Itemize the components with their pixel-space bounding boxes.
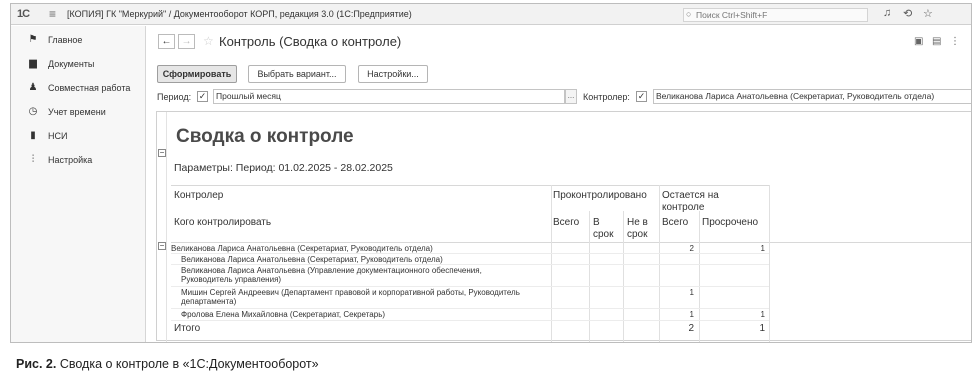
window-title: [КОПИЯ] ГК "Меркурий" / Документооборот … [67,9,412,19]
star-icon[interactable]: ☆ [923,7,933,20]
forward-button[interactable]: → [178,34,195,49]
main-content: ← → ☆ Контроль (Сводка о контроле) ▣ ▤ ⋮… [147,26,971,342]
collapse-group-icon[interactable]: − [158,149,166,157]
sidebar-item-label: Главное [48,35,83,45]
header-remaining-total: Всего [662,217,689,228]
more-icon[interactable]: ⋮ [950,36,960,47]
bell-icon[interactable]: ♫ [883,7,891,19]
total-overdue: 1 [759,323,765,334]
sidebar: ⚑ Главное ▆ Документы ♟ Совместная работ… [11,26,146,342]
settings-button[interactable]: Настройки... [358,65,428,83]
row-divider [171,264,769,265]
column-divider [699,211,700,342]
period-field[interactable]: Прошлый месяц [213,89,565,104]
table-row[interactable]: Великанова Лариса Анатольевна (Секретари… [181,255,551,264]
period-select-button[interactable]: ... [565,89,577,104]
header-top-line [171,185,769,186]
column-divider [589,211,590,342]
back-button[interactable]: ← [158,34,175,49]
header-whom: Кого контролировать [174,217,272,228]
flag-icon: ⚑ [28,34,38,45]
header-late: Не в срок [627,217,648,240]
sidebar-item-documents[interactable]: ▆ Документы [11,54,146,76]
table-row[interactable]: Мишин Сергей Андреевич (Департамент прав… [181,288,546,306]
sidebar-item-main[interactable]: ⚑ Главное [11,30,146,52]
title-bar: 1С ≡ [КОПИЯ] ГК "Меркурий" / Документооб… [11,4,971,25]
total-label: Итого [174,323,201,334]
header-controlled: Проконтролировано [553,190,647,201]
search-icon: ○ [686,9,692,19]
search-box[interactable]: ○ [683,8,868,22]
table-row[interactable]: Фролова Елена Михайловна (Секретариат, С… [181,310,551,319]
header-controlled-total: Всего [553,217,580,228]
favorite-star-icon[interactable]: ☆ [203,34,214,48]
documents-icon: ▆ [29,58,37,69]
header-controller: Контролер [174,190,224,201]
sidebar-item-label: Совместная работа [48,83,131,93]
controller-label: Контролер: [583,92,630,102]
column-divider [623,211,624,342]
people-icon: ♟ [28,82,38,93]
group-gutter [157,112,167,342]
sidebar-item-label: НСИ [48,131,68,141]
sidebar-item-time-tracking[interactable]: ◷ Учет времени [11,102,146,124]
row-divider [171,253,769,254]
print-icon[interactable]: ▤ [932,36,941,47]
row-remaining-total: 1 [689,310,694,319]
sidebar-item-label: Учет времени [48,107,106,117]
history-icon[interactable]: ⟲ [903,7,912,20]
header-bottom-line [171,242,971,243]
row-overdue: 1 [760,310,765,319]
sidebar-item-nsi[interactable]: ▮ НСИ [11,126,146,148]
row-divider [171,286,769,287]
report-title: Сводка о контроле [176,126,354,147]
sidebar-item-collaboration[interactable]: ♟ Совместная работа [11,78,146,100]
clock-icon: ◷ [28,106,38,117]
controller-field[interactable]: Великанова Лариса Анатольевна (Секретари… [653,89,971,104]
settings-icon: ⫶ [31,154,35,165]
row-overdue: 1 [760,244,765,253]
app-logo: 1С [17,8,30,20]
sidebar-item-label: Настройка [48,155,93,165]
header-remaining: Остается на контроле [662,190,719,213]
collapse-row-group-icon[interactable]: − [158,242,166,250]
row-remaining-total: 1 [689,288,694,297]
report-params: Параметры: Период: 01.02.2025 - 28.02.20… [174,162,393,174]
caption-number: Рис. 2. [16,357,57,371]
table-row-group[interactable]: Великанова Лариса Анатольевна (Секретари… [171,244,551,253]
save-icon[interactable]: ▣ [914,36,923,47]
choose-variant-button[interactable]: Выбрать вариант... [248,65,346,83]
sidebar-item-settings[interactable]: ⫶ Настройка [11,150,146,172]
report-area: − − Сводка о контроле Параметры: Период:… [156,111,971,342]
header-on-time: В срок [593,217,614,240]
book-icon: ▮ [30,130,36,141]
search-input[interactable] [696,9,864,21]
row-remaining-total: 2 [689,244,694,253]
row-divider [171,308,769,309]
row-divider [171,320,769,321]
total-remaining: 2 [688,323,694,334]
menu-icon[interactable]: ≡ [49,7,56,21]
controller-checkbox[interactable]: ✓ [636,91,647,102]
app-window: 1С ≡ [КОПИЯ] ГК "Меркурий" / Документооб… [10,3,972,343]
table-row[interactable]: Великанова Лариса Анатольевна (Управлени… [181,266,526,284]
sidebar-item-label: Документы [48,59,95,69]
column-divider [769,185,770,342]
period-label: Период: [157,92,192,102]
generate-button[interactable]: Сформировать [157,65,237,83]
period-checkbox[interactable]: ✓ [197,91,208,102]
header-overdue: Просрочено [702,217,759,228]
page-title: Контроль (Сводка о контроле) [219,34,402,49]
figure-caption: Рис. 2. Сводка о контроле в «1С:Документ… [16,357,319,371]
caption-text: Сводка о контроле в «1С:Документооборот» [56,357,319,371]
